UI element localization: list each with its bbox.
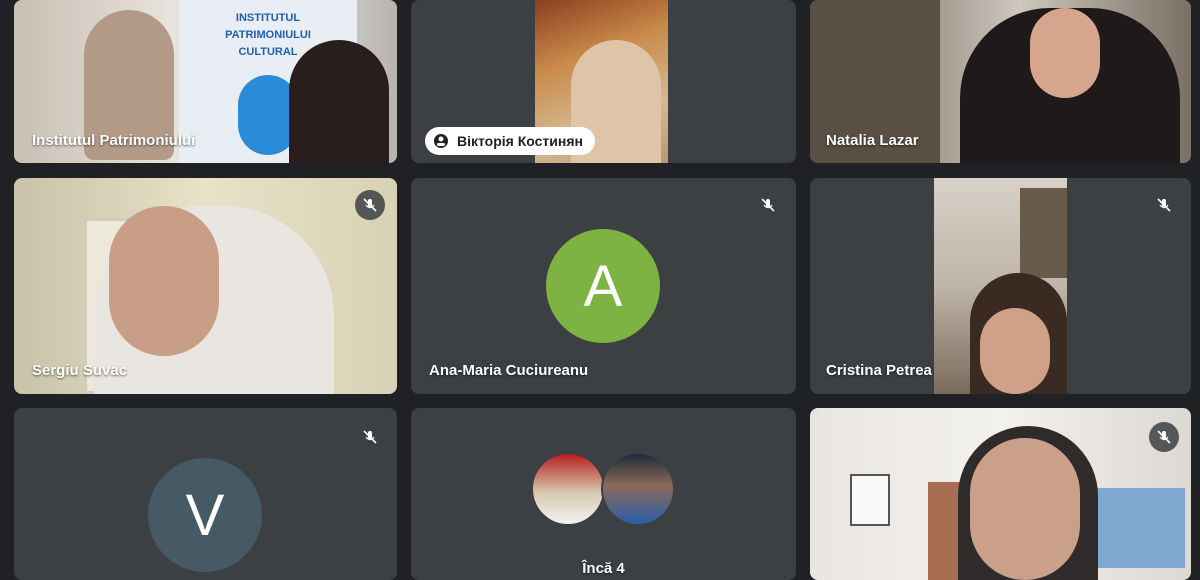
mic-off-icon: [355, 190, 385, 220]
mic-off-icon: [1149, 190, 1179, 220]
participant-tile-overflow[interactable]: Încă 4: [411, 408, 796, 580]
overflow-label: Încă 4: [582, 560, 625, 577]
participant-name: Cristina Petrea: [826, 362, 932, 379]
certificate: [850, 474, 890, 526]
participant-name: Вікторія Костинян: [457, 133, 583, 149]
person-right: [289, 40, 389, 163]
overflow-avatar-1: [531, 452, 605, 526]
participant-tile-4[interactable]: Sergiu Suvac: [14, 178, 397, 394]
participant-tile-2[interactable]: Вікторія Костинян: [411, 0, 796, 163]
mic-off-icon: [1149, 422, 1179, 452]
mic-off-icon: [355, 422, 385, 452]
participant-name: Institutul Patrimoniului: [32, 132, 196, 149]
bookshelf: [1020, 188, 1067, 278]
participant-tile-9[interactable]: [810, 408, 1191, 580]
participant-name: Natalia Lazar: [826, 132, 919, 149]
participant-name: Ana-Maria Cuciureanu: [429, 362, 589, 379]
participant-tile-3[interactable]: Natalia Lazar: [810, 0, 1191, 163]
participant-tile-6[interactable]: Cristina Petrea: [810, 178, 1191, 394]
mic-off-icon: [753, 190, 783, 220]
participant-name: Sergiu Suvac: [32, 362, 128, 379]
face: [970, 438, 1080, 580]
overflow-avatar-2: [601, 452, 675, 526]
participant-tile-5[interactable]: A Ana-Maria Cuciureanu: [411, 178, 796, 394]
name-pill: Вікторія Костинян: [425, 127, 595, 155]
pin-icon: [433, 133, 449, 149]
avatar: V: [148, 458, 262, 572]
participant-tile-1[interactable]: INSTITUTUL PATRIMONIULUI CULTURAL Instit…: [14, 0, 397, 163]
face: [980, 308, 1050, 394]
participant-tile-7[interactable]: V: [14, 408, 397, 580]
map: [1095, 488, 1185, 568]
avatar: A: [546, 229, 660, 343]
face: [109, 206, 219, 356]
face: [1030, 8, 1100, 98]
banner-line-1: INSTITUTUL: [235, 12, 301, 24]
